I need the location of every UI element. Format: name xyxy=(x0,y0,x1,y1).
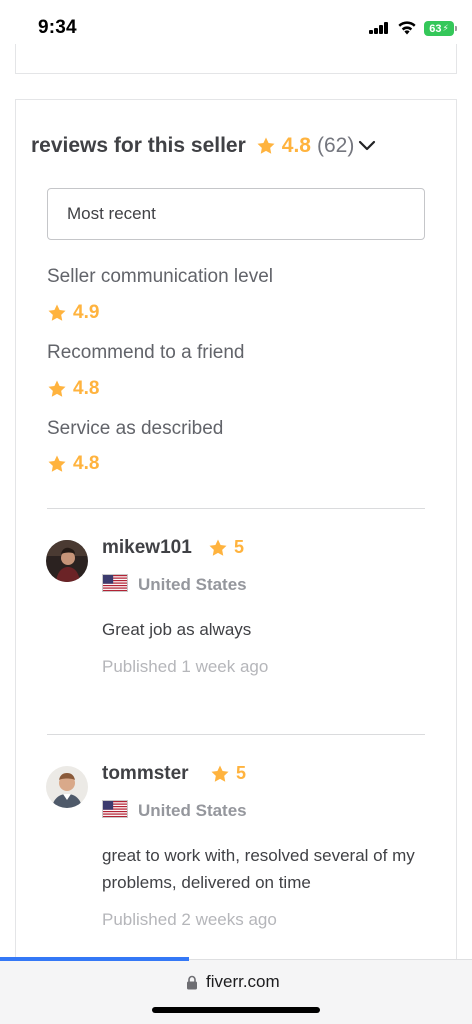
sort-dropdown-value: Most recent xyxy=(67,204,156,223)
review-text: great to work with, resolved several of … xyxy=(102,846,415,892)
breakdown-label-communication: Seller communication level xyxy=(47,266,273,287)
reviews-title: reviews for this seller xyxy=(31,134,246,157)
avatar[interactable] xyxy=(46,766,88,808)
reviewer-rating-value: 5 xyxy=(234,537,245,557)
us-flag-icon xyxy=(102,574,128,592)
url-display[interactable]: fiverr.com xyxy=(186,972,280,992)
status-time: 9:34 xyxy=(38,17,77,38)
star-icon xyxy=(256,136,276,156)
sort-dropdown[interactable]: Most recent xyxy=(47,188,425,240)
lock-icon xyxy=(187,975,197,989)
reviewer-rating-value: 5 xyxy=(236,763,247,783)
review-published-date: Published 1 week ago xyxy=(102,657,269,676)
battery-level: 63 xyxy=(429,22,442,35)
signal-icon xyxy=(369,22,389,34)
reviewer-country: United States xyxy=(138,801,247,820)
reviewer-rating: 5 xyxy=(208,537,244,558)
star-icon xyxy=(208,538,228,558)
battery-icon: 63 ⚡ xyxy=(424,21,457,36)
star-icon xyxy=(47,303,67,323)
breakdown-score-service: 4.8 xyxy=(47,453,99,475)
page-load-progress xyxy=(0,957,189,961)
reviewer-username[interactable]: tommster xyxy=(102,763,189,785)
reviewer-rating: 5 xyxy=(210,763,246,784)
breakdown-score-value: 4.8 xyxy=(73,378,100,399)
review-count: (62) xyxy=(316,134,355,157)
us-flag-icon xyxy=(102,800,128,818)
breakdown-score-value: 4.9 xyxy=(73,302,100,323)
divider xyxy=(47,734,425,735)
previous-card xyxy=(15,44,457,74)
url-text: fiverr.com xyxy=(206,972,280,991)
breakdown-label-recommend: Recommend to a friend xyxy=(47,342,245,363)
breakdown-label-service: Service as described xyxy=(47,418,224,439)
star-icon xyxy=(47,379,67,399)
review-published-date: Published 2 weeks ago xyxy=(102,910,277,929)
wifi-icon xyxy=(398,21,416,35)
overall-rating: 4.8 xyxy=(281,134,311,157)
avatar[interactable] xyxy=(46,540,88,582)
divider xyxy=(47,508,425,509)
review-text: Great job as always xyxy=(102,620,252,639)
reviewer-country: United States xyxy=(138,575,247,594)
home-indicator[interactable] xyxy=(152,1007,320,1013)
star-icon xyxy=(47,454,67,474)
breakdown-score-communication: 4.9 xyxy=(47,302,99,324)
reviewer-username[interactable]: mikew101 xyxy=(102,537,192,559)
star-icon xyxy=(210,764,230,784)
chevron-down-icon[interactable] xyxy=(358,140,376,152)
breakdown-score-value: 4.8 xyxy=(73,453,100,474)
reviews-header[interactable]: reviews for this seller 4.8 (62) xyxy=(31,132,427,160)
breakdown-score-recommend: 4.8 xyxy=(47,378,99,400)
